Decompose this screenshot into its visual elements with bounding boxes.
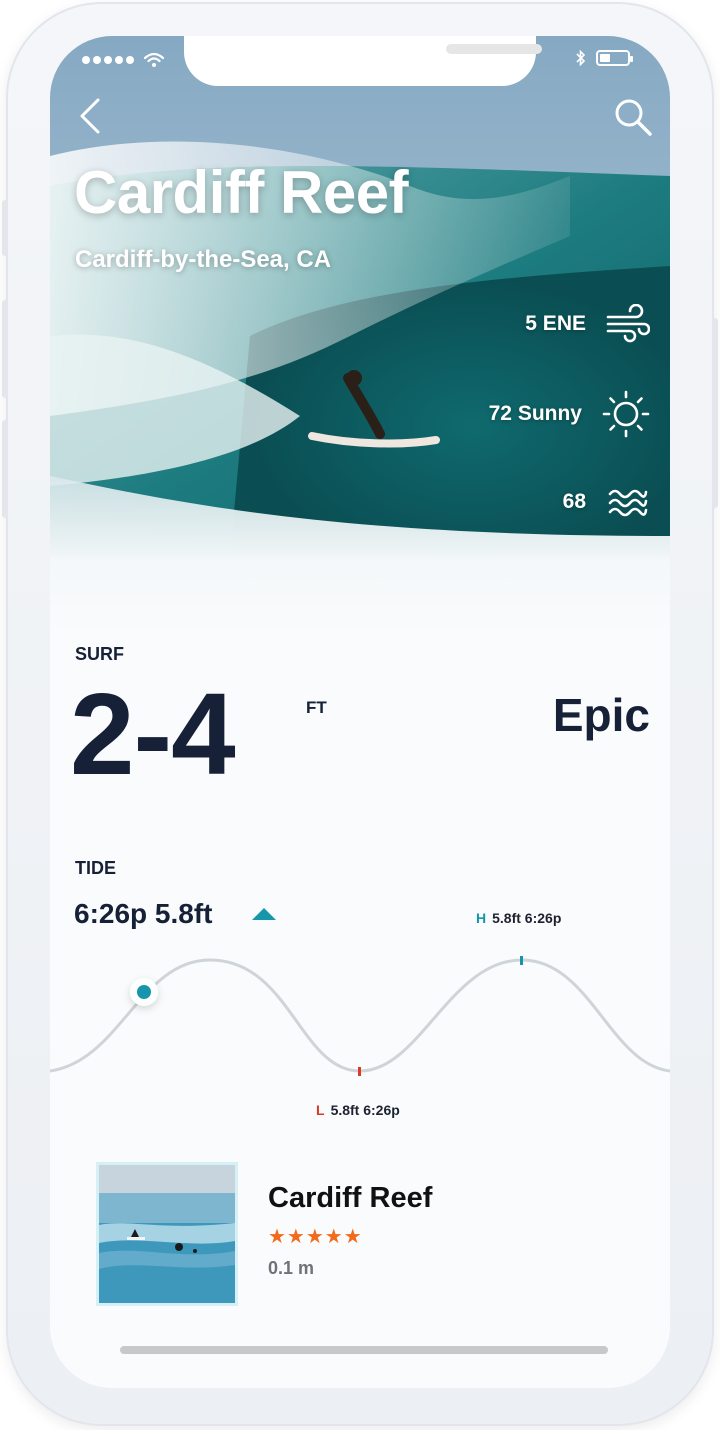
wind-icon [606, 304, 650, 343]
speaker-grille [446, 44, 542, 54]
tide-curve [50, 958, 670, 1073]
wifi-icon [144, 52, 164, 67]
tide-high-label: H 5.8ft 6:26p [476, 910, 561, 926]
search-button[interactable] [610, 94, 656, 140]
bluetooth-icon [576, 50, 586, 66]
power-button [712, 318, 718, 508]
low-tide-marker: L [316, 1102, 325, 1118]
low-tide-tick [358, 1067, 361, 1076]
weather-value: 72 Sunny [488, 402, 582, 425]
low-tide-value: 5.8ft 6:26p [330, 1102, 400, 1118]
spot-thumbnail [96, 1162, 238, 1306]
tide-chart [50, 956, 670, 1076]
high-tide-marker: H [476, 910, 487, 926]
card-distance: 0.1 m [268, 1258, 315, 1278]
mute-switch [2, 200, 8, 256]
status-bar-left [82, 52, 164, 68]
tide-current: 6:26p 5.8ft [74, 898, 213, 929]
tide-low-label: L 5.8ft 6:26p [316, 1102, 400, 1118]
search-icon [615, 99, 652, 136]
surf-label: SURF [75, 644, 124, 664]
chevron-left-icon [80, 98, 100, 134]
home-indicator[interactable] [120, 1346, 608, 1354]
spot-location: Cardiff-by-the-Sea, CA [75, 246, 332, 273]
signal-strength [82, 56, 134, 64]
surf-height: 2-4 [70, 669, 236, 799]
surf-unit: FT [306, 698, 327, 717]
back-button[interactable] [72, 94, 112, 138]
wind-condition: 5 ENE [525, 304, 650, 344]
waves-icon [608, 489, 648, 517]
card-spot-name: Cardiff Reef [268, 1182, 433, 1214]
volume-up-button [2, 300, 8, 398]
device-notch [184, 36, 542, 86]
tide-rising-arrow-icon [252, 908, 276, 920]
hero-image: Cardiff Reef Cardiff-by-the-Sea, CA 5 EN… [50, 36, 670, 636]
high-tide-tick [520, 956, 523, 965]
water-condition: 68 [563, 484, 650, 520]
volume-down-button [2, 420, 8, 518]
high-tide-value: 5.8ft 6:26p [492, 910, 562, 926]
spot-title: Cardiff Reef [74, 159, 409, 226]
status-bar-right [576, 50, 633, 66]
weather-condition: 72 Sunny [489, 390, 650, 438]
sun-icon [602, 390, 650, 438]
spot-card[interactable]: Cardiff Reef ★★★★★ 0.1 m [96, 1162, 616, 1308]
surf-rating: Epic [552, 689, 650, 741]
star-rating: ★★★★★ [268, 1226, 363, 1248]
water-temp-value: 68 [562, 490, 586, 513]
app-screen: Cardiff Reef Cardiff-by-the-Sea, CA 5 EN… [50, 36, 670, 1388]
wind-value: 5 ENE [525, 312, 586, 335]
battery-icon [596, 50, 633, 66]
tide-label: TIDE [75, 858, 117, 878]
